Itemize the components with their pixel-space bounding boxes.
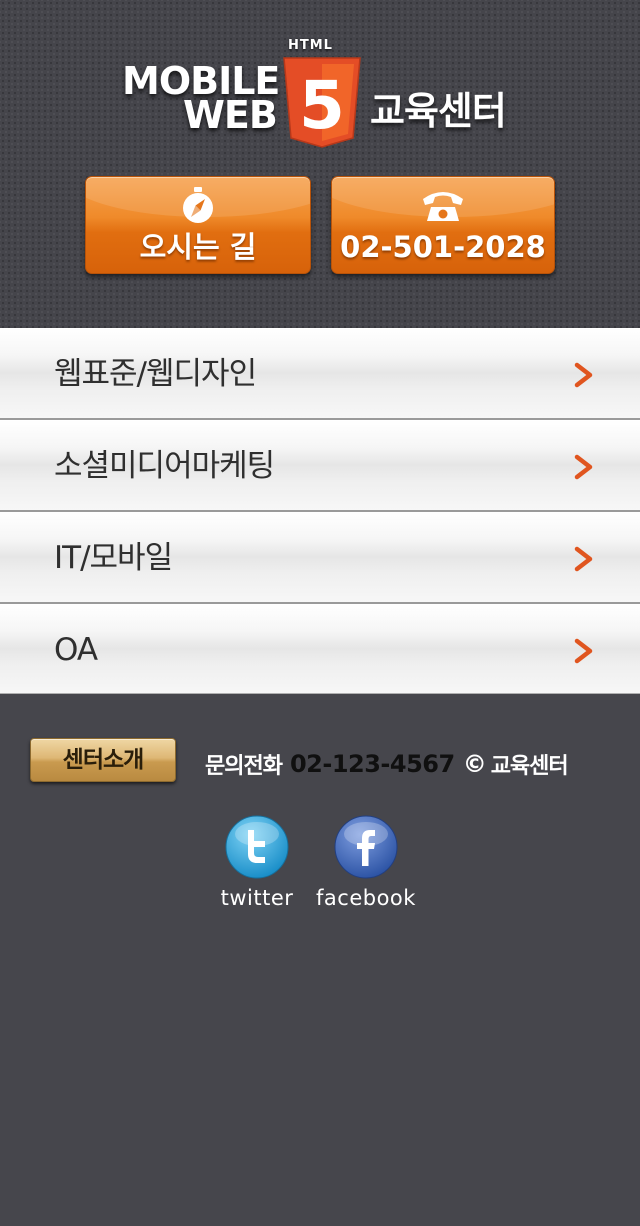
phone-button[interactable]: 02-501-2028: [331, 176, 555, 274]
directions-label: 오시는 길: [139, 230, 257, 264]
twitter-label: twitter: [220, 886, 294, 910]
phone-label: 02-501-2028: [340, 230, 546, 264]
menu-item-social-media-marketing[interactable]: 소셜미디어마케팅: [0, 420, 640, 512]
menu-item-oa[interactable]: OA: [0, 604, 640, 694]
about-center-button[interactable]: 센터소개: [30, 738, 176, 782]
contact-phone[interactable]: 02-123-4567: [290, 750, 455, 778]
directions-button[interactable]: 오시는 길: [85, 176, 311, 274]
menu-list: 웹표준/웹디자인 소셜미디어마케팅 IT/모바일 OA: [0, 328, 640, 694]
logo[interactable]: MOBILE WEB HTML 5 교육센터: [120, 36, 520, 152]
facebook-label: facebook: [316, 886, 416, 910]
contact-label: 문의전화: [205, 754, 283, 779]
twitter-link[interactable]: twitter: [202, 814, 312, 910]
copyright-symbol: ©: [462, 750, 487, 778]
menu-item-it-mobile[interactable]: IT/모바일: [0, 512, 640, 604]
compass-icon: [183, 187, 213, 223]
telephone-icon: [423, 192, 463, 221]
logo-web-text: WEB: [183, 93, 278, 137]
menu-item-web-standards[interactable]: 웹표준/웹디자인: [0, 328, 640, 420]
chevron-right-icon: [574, 546, 593, 572]
chevron-right-icon: [574, 454, 593, 480]
header: MOBILE WEB HTML 5 교육센터 오시는 길 02-501-2028: [0, 0, 640, 328]
copyright-name: 교육센터: [490, 754, 569, 779]
chevron-right-icon: [574, 362, 593, 388]
menu-item-label: 소셜미디어마케팅: [54, 448, 275, 484]
logo-center-name: 교육센터: [370, 89, 507, 133]
about-center-label: 센터소개: [62, 747, 145, 773]
twitter-icon: [225, 815, 289, 879]
menu-item-label: IT/모바일: [54, 540, 173, 576]
facebook-link[interactable]: facebook: [311, 814, 421, 910]
facebook-icon: [334, 815, 398, 879]
menu-item-label: OA: [54, 632, 98, 668]
contact-info: 문의전화 02-123-4567 © 교육센터: [205, 748, 569, 782]
html5-shield-icon: 5: [283, 57, 361, 148]
menu-item-label: 웹표준/웹디자인: [54, 356, 257, 392]
logo-number: 5: [299, 67, 345, 144]
chevron-right-icon: [574, 638, 593, 664]
logo-html-badge: HTML: [288, 38, 333, 53]
